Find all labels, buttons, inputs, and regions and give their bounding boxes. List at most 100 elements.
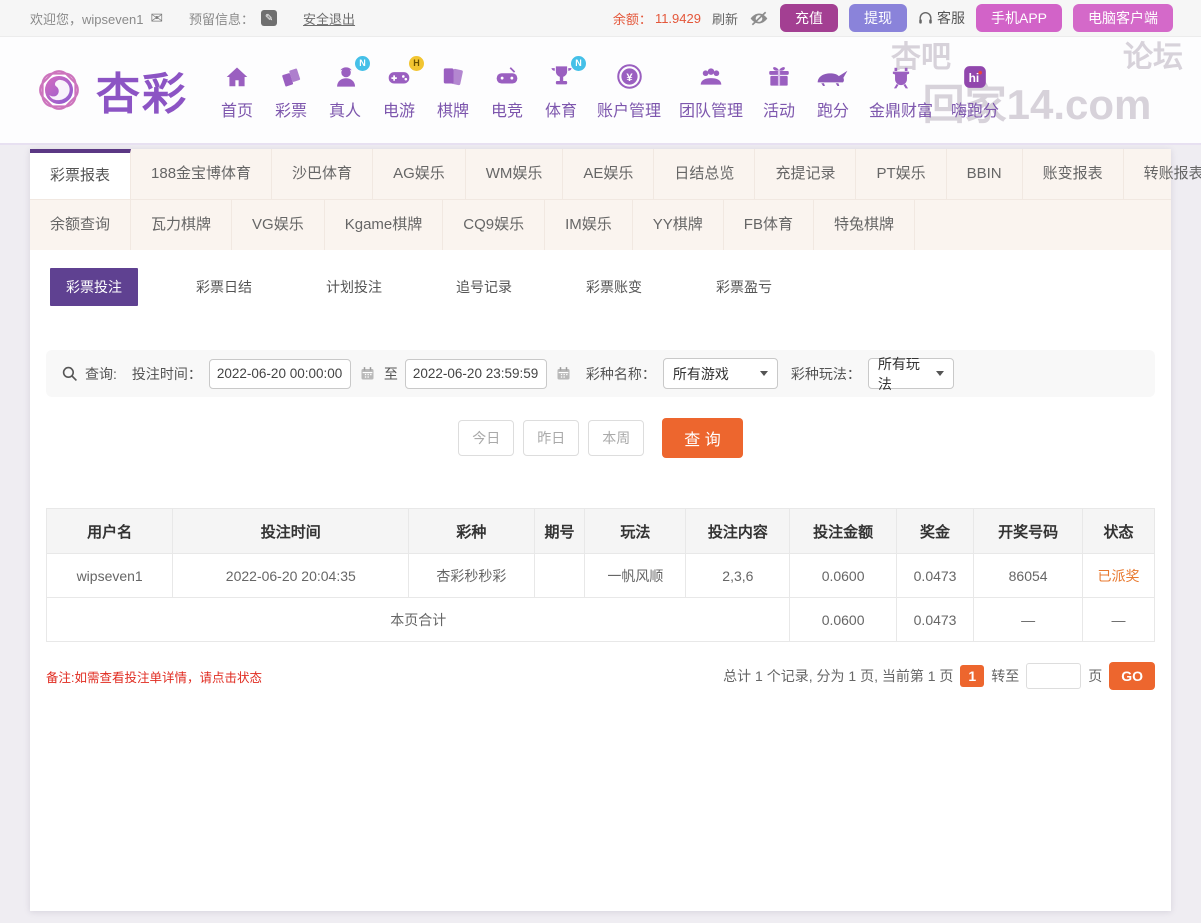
site-logo[interactable]: 杏彩: [30, 58, 188, 122]
reserved-info-label: 预留信息：: [189, 11, 255, 27]
subtab-plan-bets[interactable]: 计划投注: [310, 268, 398, 306]
eye-off-icon[interactable]: [749, 11, 769, 26]
chevron-down-icon: [935, 371, 944, 376]
svg-text:hi: hi: [969, 70, 980, 84]
cell-draw-number: 86054: [973, 553, 1083, 598]
balance-label: 余额：: [612, 11, 652, 27]
tab-bbin[interactable]: BBIN: [947, 149, 1023, 199]
tab-wm[interactable]: WM娱乐: [466, 149, 564, 199]
col-bet-content: 投注内容: [685, 508, 791, 554]
tab-ae[interactable]: AE娱乐: [563, 149, 655, 199]
note-text: 备注:如需查看投注单详情，请点击状态: [46, 670, 262, 685]
nav-item-boardcards[interactable]: 棋牌: [426, 60, 480, 121]
customer-service-label: 客服: [936, 10, 965, 26]
home-icon: [219, 60, 255, 94]
calendar-icon[interactable]: [556, 366, 571, 381]
tab-ag[interactable]: AG娱乐: [373, 149, 466, 199]
nav-item-hipaofen[interactable]: hi 嗨跑分: [942, 60, 1008, 121]
tab-yy[interactable]: YY棋牌: [633, 200, 724, 250]
summary-label: 本页合计: [45, 597, 791, 642]
logo-flower-icon: [30, 61, 88, 119]
go-button[interactable]: GO: [1109, 662, 1155, 690]
tab-vg[interactable]: VG娱乐: [232, 200, 325, 250]
search-bar: 查询: 投注时间： 至 彩种名称： 所有游戏 彩种玩法： 所有玩法: [46, 350, 1155, 397]
tripod-icon: [883, 60, 919, 94]
tab-wali[interactable]: 瓦力棋牌: [131, 200, 233, 250]
main-content: 彩票报表 188金宝博体育 沙巴体育 AG娱乐 WM娱乐 AE娱乐 日结总览 充…: [30, 149, 1201, 911]
nav-item-home[interactable]: 首页: [210, 60, 264, 121]
summary-dash: —: [1081, 597, 1156, 642]
subtab-lottery-changes[interactable]: 彩票账变: [570, 268, 658, 306]
tab-kgame[interactable]: Kgame棋牌: [325, 200, 444, 250]
tab-deposit-withdraw[interactable]: 充提记录: [755, 149, 857, 199]
cell-issue: [533, 553, 586, 598]
tab-account-change[interactable]: 账变报表: [1023, 149, 1124, 199]
subtab-lottery-pnl[interactable]: 彩票盈亏: [700, 268, 788, 306]
tab-cq9[interactable]: CQ9娱乐: [443, 200, 546, 250]
new-badge: N: [571, 55, 586, 71]
tab-pt[interactable]: PT娱乐: [856, 149, 947, 199]
customer-service-link[interactable]: 客服: [918, 8, 965, 28]
subtab-chase-records[interactable]: 追号记录: [440, 268, 528, 306]
edit-pencil-icon[interactable]: ✎: [261, 10, 278, 26]
this-week-button[interactable]: 本周: [588, 420, 645, 456]
nav-item-jinding[interactable]: 金鼎财富: [860, 60, 942, 121]
subtab-lottery-bets[interactable]: 彩票投注: [50, 268, 138, 306]
play-type-label: 彩种玩法：: [790, 365, 861, 382]
nav-item-esports[interactable]: 电竞: [480, 60, 534, 121]
query-label: 查询:: [85, 365, 117, 382]
withdraw-button[interactable]: 提现: [848, 4, 907, 32]
bet-time-to-input[interactable]: [404, 358, 547, 389]
tab-balance-query[interactable]: 余额查询: [30, 200, 132, 250]
pc-client-button[interactable]: 电脑客户端: [1073, 4, 1173, 32]
nav-item-egames[interactable]: H 电游: [372, 55, 426, 121]
summary-prize-total: 0.0473: [895, 597, 975, 642]
game-select[interactable]: 所有游戏: [662, 358, 778, 389]
search-button[interactable]: 查 询: [662, 418, 743, 458]
subtab-lottery-daily[interactable]: 彩票日结: [180, 268, 268, 306]
calendar-icon[interactable]: [360, 366, 375, 381]
col-bet-time: 投注时间: [172, 508, 410, 554]
main-nav: 首页 彩票 N 真人 H 电游 棋牌 电竞 N 体育 ¥ 账户管理 团队管理 活…: [210, 55, 1008, 121]
recharge-button[interactable]: 充值: [779, 4, 838, 32]
tab-im[interactable]: IM娱乐: [545, 200, 633, 250]
goto-page-input[interactable]: [1026, 663, 1082, 689]
hi-icon: hi: [957, 60, 993, 94]
pagination-info: 总计 1 个记录, 分为 1 页, 当前第 1 页: [723, 668, 954, 684]
tab-188-sports[interactable]: 188金宝博体育: [131, 149, 273, 199]
logout-link[interactable]: 安全退出: [303, 9, 355, 28]
today-button[interactable]: 今日: [458, 420, 515, 456]
nav-item-team[interactable]: 团队管理: [670, 60, 752, 121]
tab-daily-summary[interactable]: 日结总览: [654, 149, 756, 199]
col-status: 状态: [1081, 508, 1156, 554]
game-name-label: 彩种名称：: [585, 365, 656, 382]
nav-item-account[interactable]: ¥ 账户管理: [588, 60, 670, 121]
envelope-icon[interactable]: ✉: [150, 11, 163, 26]
cell-prize: 0.0473: [895, 553, 975, 598]
bet-time-from-input[interactable]: [208, 358, 351, 389]
yesterday-button[interactable]: 昨日: [523, 420, 580, 456]
team-icon: [693, 60, 729, 94]
cell-play: 一帆风顺: [584, 553, 687, 598]
play-select[interactable]: 所有玩法: [867, 356, 954, 392]
nav-item-lottery[interactable]: 彩票: [264, 60, 318, 121]
tab-lottery-report[interactable]: 彩票报表: [30, 149, 132, 199]
nav-item-live[interactable]: N 真人: [318, 55, 372, 121]
bet-time-label: 投注时间：: [131, 365, 202, 382]
tab-fb[interactable]: FB体育: [724, 200, 814, 250]
tab-tetu[interactable]: 特兔棋牌: [814, 200, 915, 250]
ticket-icon: [273, 60, 309, 94]
status-link[interactable]: 已派奖: [1097, 568, 1139, 584]
tab-transfer-report[interactable]: 转账报表: [1124, 149, 1201, 199]
tab-shaba-sports[interactable]: 沙巴体育: [272, 149, 374, 199]
mobile-app-button[interactable]: 手机APP: [975, 4, 1062, 32]
cards-icon: [435, 60, 471, 94]
nav-item-promotions[interactable]: 活动: [752, 60, 806, 121]
topbar: 欢迎您，wipseven1 ✉ 预留信息： ✎ 安全退出 余额： 11.9429…: [0, 0, 1201, 37]
page-unit-label: 页: [1088, 668, 1103, 684]
page-1-button[interactable]: 1: [960, 665, 985, 687]
nav-item-sports[interactable]: N 体育: [534, 55, 588, 121]
nav-item-paofen[interactable]: 跑分: [806, 60, 860, 121]
refresh-link[interactable]: 刷新: [712, 9, 738, 28]
cell-lottery-type: 杏彩秒秒彩: [408, 553, 535, 598]
